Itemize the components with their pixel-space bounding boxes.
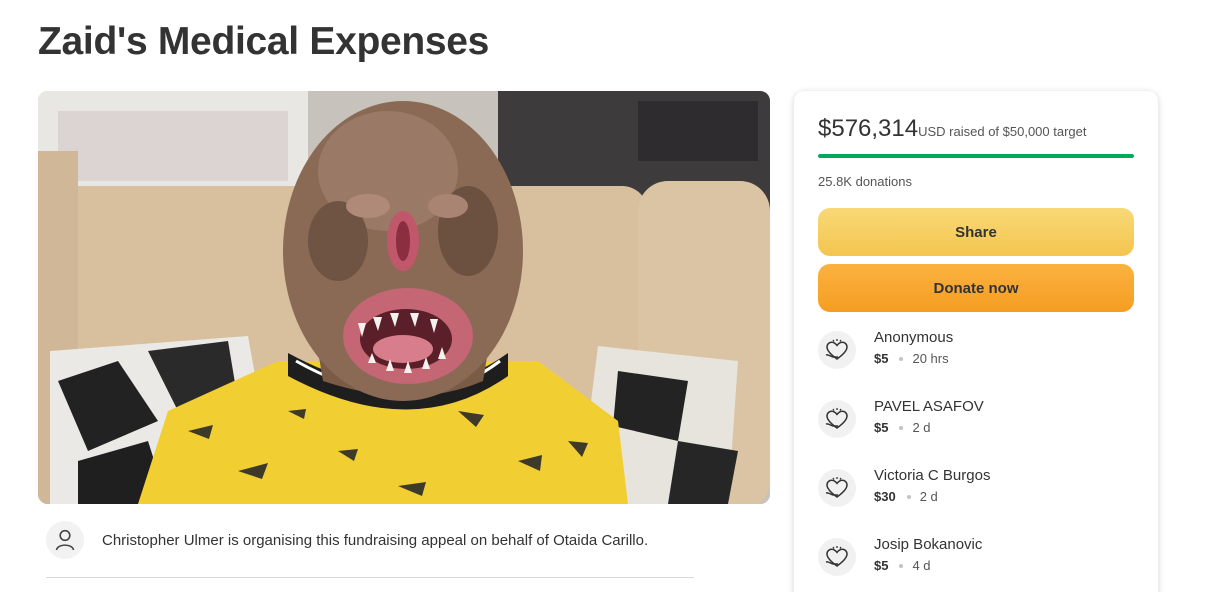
donor-name: Josip Bokanovic: [874, 536, 983, 553]
donation-item: Anonymous $5 20 hrs: [818, 328, 1134, 378]
separator-dot: [899, 563, 904, 568]
raised-summary: $576,314USD raised of $50,000 target: [818, 115, 1087, 143]
donation-time: 2 d: [912, 420, 931, 435]
donation-amount: $30: [874, 489, 896, 504]
page-title: Zaid's Medical Expenses: [38, 20, 490, 63]
donation-card: $576,314USD raised of $50,000 target 25.…: [794, 91, 1158, 592]
organiser-text: Christopher Ulmer is organising this fun…: [102, 532, 649, 549]
person-icon: [46, 521, 84, 559]
donation-item: PAVEL ASAFOV $5 2 d: [818, 397, 1134, 447]
share-button[interactable]: Share: [818, 208, 1134, 256]
raised-amount: $576,314: [818, 115, 919, 142]
donation-item: Josip Bokanovic $5 4 d: [818, 535, 1134, 585]
donor-name: PAVEL ASAFOV: [874, 398, 984, 415]
progress-bar: [818, 154, 1134, 158]
donor-name: Anonymous: [874, 329, 954, 346]
organiser-row: Christopher Ulmer is organising this fun…: [46, 521, 694, 578]
donate-now-button[interactable]: Donate now: [818, 264, 1134, 312]
donations-count: 25.8K donations: [818, 174, 912, 189]
donation-heart-icon: [818, 331, 856, 369]
donation-heart-icon: [818, 538, 856, 576]
donation-time: 2 d: [919, 489, 938, 504]
progress-fill: [818, 154, 1134, 158]
donation-time: 4 d: [912, 558, 931, 573]
donation-time: 20 hrs: [912, 351, 949, 366]
separator-dot: [899, 425, 904, 430]
donation-heart-icon: [818, 469, 856, 507]
donation-amount: $5: [874, 351, 889, 366]
donation-amount: $5: [874, 420, 889, 435]
campaign-photo: [38, 91, 770, 504]
raised-target: USD raised of $50,000 target: [918, 124, 1087, 139]
campaign-photo-illustration: [38, 91, 770, 504]
separator-dot: [906, 494, 911, 499]
donation-heart-icon: [818, 400, 856, 438]
donor-name: Victoria C Burgos: [874, 467, 991, 484]
donation-item: Victoria C Burgos $30 2 d: [818, 466, 1134, 516]
donation-amount: $5: [874, 558, 889, 573]
separator-dot: [899, 356, 904, 361]
